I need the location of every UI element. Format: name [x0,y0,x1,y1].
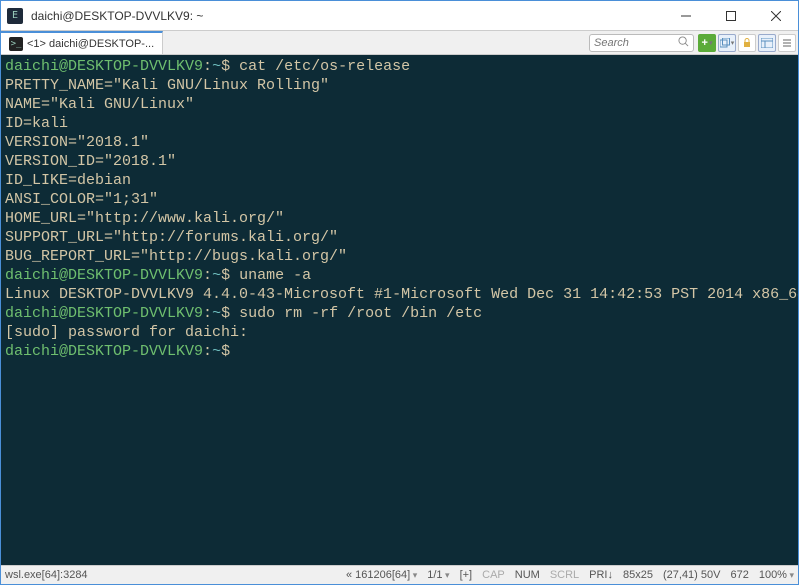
status-memory[interactable]: « 161206[64] [346,569,417,581]
status-position[interactable]: 1/1 [427,569,449,581]
status-priority[interactable]: PRI↓ [589,569,613,581]
search-icon[interactable] [678,34,689,52]
status-num: NUM [515,569,540,581]
status-zoom[interactable]: 100% [759,569,794,581]
menu-button[interactable] [778,34,796,52]
windows-button[interactable]: ▾ [718,34,736,52]
terminal-tab[interactable]: >_ <1> daichi@DESKTOP-... [1,31,163,54]
status-scrl: SCRL [550,569,579,581]
statusbar: wsl.exe[64]:3284 « 161206[64] 1/1 [+] CA… [1,565,798,584]
status-dimensions: 85x25 [623,569,653,581]
search-box[interactable] [589,34,694,52]
status-caps: CAP [482,569,505,581]
tab-label: <1> daichi@DESKTOP-... [27,38,154,50]
window-titlebar: E daichi@DESKTOP-DVVLKV9: ~ [1,1,798,31]
status-process: wsl.exe[64]:3284 [5,569,88,581]
terminal-viewport[interactable]: daichi@DESKTOP-DVVLKV9:~$ cat /etc/os-re… [1,55,798,565]
toolbar: >_ <1> daichi@DESKTOP-... +▾ ▾ [1,31,798,55]
app-icon: E [7,8,23,24]
status-code: 672 [730,569,748,581]
search-input[interactable] [594,37,674,49]
layout-button[interactable] [758,34,776,52]
new-tab-button[interactable]: +▾ [698,34,716,52]
maximize-button[interactable] [708,1,753,31]
terminal-icon: >_ [9,37,23,51]
minimize-button[interactable] [663,1,708,31]
window-title: daichi@DESKTOP-DVVLKV9: ~ [29,9,663,23]
status-mode: [+] [460,569,473,581]
status-cursor: (27,41) 50V [663,569,720,581]
lock-button[interactable] [738,34,756,52]
close-button[interactable] [753,1,798,31]
